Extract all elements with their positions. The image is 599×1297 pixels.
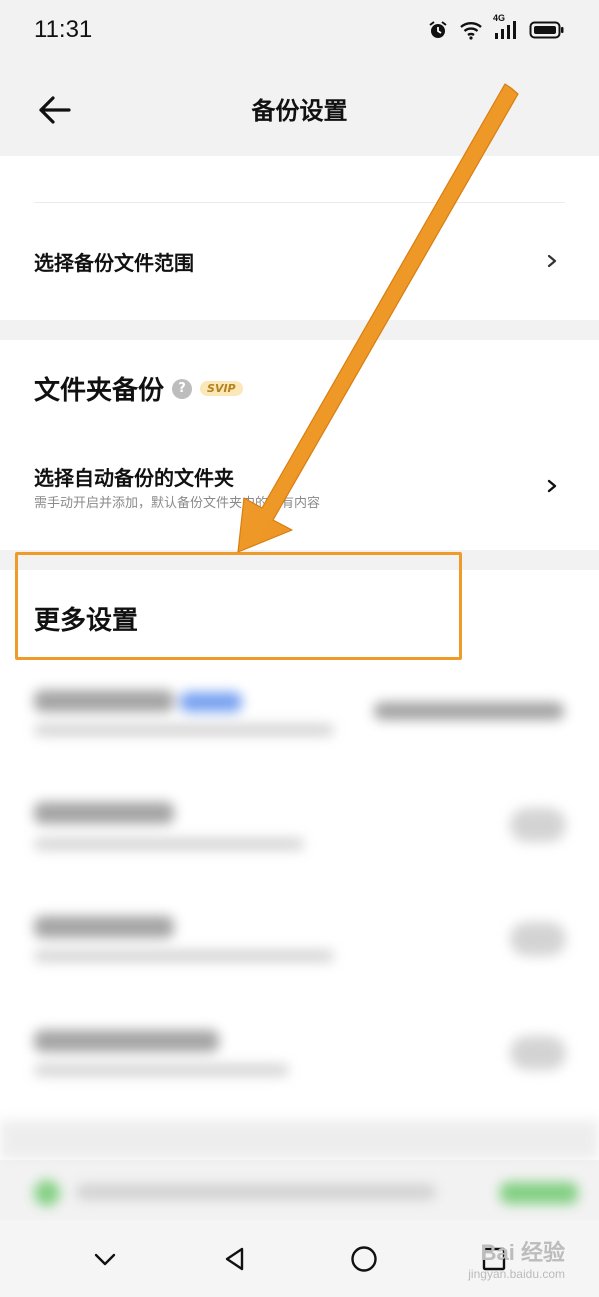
- folder-backup-section: 文件夹备份 ? SVIP 选择自动备份的文件夹 需手动开启并添加，默认备份文件夹…: [0, 340, 599, 550]
- select-auto-backup-folder-row[interactable]: 选择自动备份的文件夹 需手动开启并添加，默认备份文件夹内的所有内容: [0, 440, 599, 540]
- chevron-down-icon: [94, 1253, 116, 1265]
- blurred-banner-text: [76, 1184, 436, 1200]
- baidu-watermark: Bai 经验 jingyan.baidu.com: [468, 1235, 565, 1281]
- collapse-button[interactable]: [85, 1239, 125, 1279]
- folder-backup-title-text: 文件夹备份: [34, 376, 165, 406]
- blurred-icon: [34, 1180, 60, 1206]
- signal-4g-icon: 4G: [493, 13, 519, 41]
- select-auto-backup-folder-desc: 需手动开启并添加，默认备份文件夹内的所有内容: [34, 496, 321, 511]
- triangle-back-icon: [225, 1247, 243, 1270]
- blurred-row-title: [34, 916, 174, 938]
- circle-home-icon: [351, 1245, 378, 1272]
- alarm-icon: [427, 19, 449, 41]
- page-title: 备份设置: [251, 96, 348, 125]
- blurred-divider: [0, 1120, 599, 1160]
- back-nav-button[interactable]: [215, 1239, 255, 1279]
- back-button[interactable]: [34, 90, 74, 130]
- select-backup-range-label: 选择备份文件范围: [34, 251, 194, 275]
- blurred-toggle: [510, 1036, 566, 1070]
- blurred-row-title: [34, 1030, 219, 1052]
- blurred-toggle: [510, 922, 566, 956]
- status-bar: 11:31 4G: [0, 0, 599, 60]
- watermark-main: Bai 经验: [480, 1240, 565, 1265]
- select-backup-range-row[interactable]: 选择备份文件范围: [0, 203, 599, 320]
- blurred-settings-list: [0, 660, 599, 1220]
- nav-bar: 备份设置: [0, 60, 599, 156]
- folder-backup-title: 文件夹备份 ? SVIP: [34, 370, 243, 407]
- watermark-sub: jingyan.baidu.com: [468, 1267, 565, 1281]
- highlight-box: [15, 552, 462, 660]
- blurred-badge: [180, 692, 242, 712]
- blurred-row-desc: [34, 838, 304, 850]
- blurred-toggle: [510, 808, 566, 842]
- svip-badge: SVIP: [200, 381, 243, 396]
- backup-range-section: 选择备份文件范围: [0, 156, 599, 320]
- blurred-row-desc: [34, 1064, 289, 1076]
- blurred-row-title: [34, 690, 174, 712]
- status-time: 11:31: [34, 16, 93, 43]
- chevron-right-icon: [547, 479, 557, 493]
- status-icons: 4G: [427, 13, 565, 41]
- blurred-row-desc: [34, 950, 334, 962]
- arrow-left-icon: [39, 96, 71, 124]
- blurred-row-value: [374, 702, 564, 720]
- question-icon[interactable]: ?: [172, 378, 193, 399]
- battery-icon: [529, 20, 565, 40]
- home-button[interactable]: [344, 1239, 384, 1279]
- blurred-banner-button: [500, 1182, 578, 1204]
- select-auto-backup-folder-label: 选择自动备份的文件夹: [34, 466, 234, 490]
- blurred-row-title: [34, 802, 174, 824]
- network-label: 4G: [493, 13, 506, 23]
- wifi-icon: [459, 20, 483, 40]
- chevron-right-icon: [547, 254, 557, 268]
- blurred-row-desc: [34, 724, 334, 736]
